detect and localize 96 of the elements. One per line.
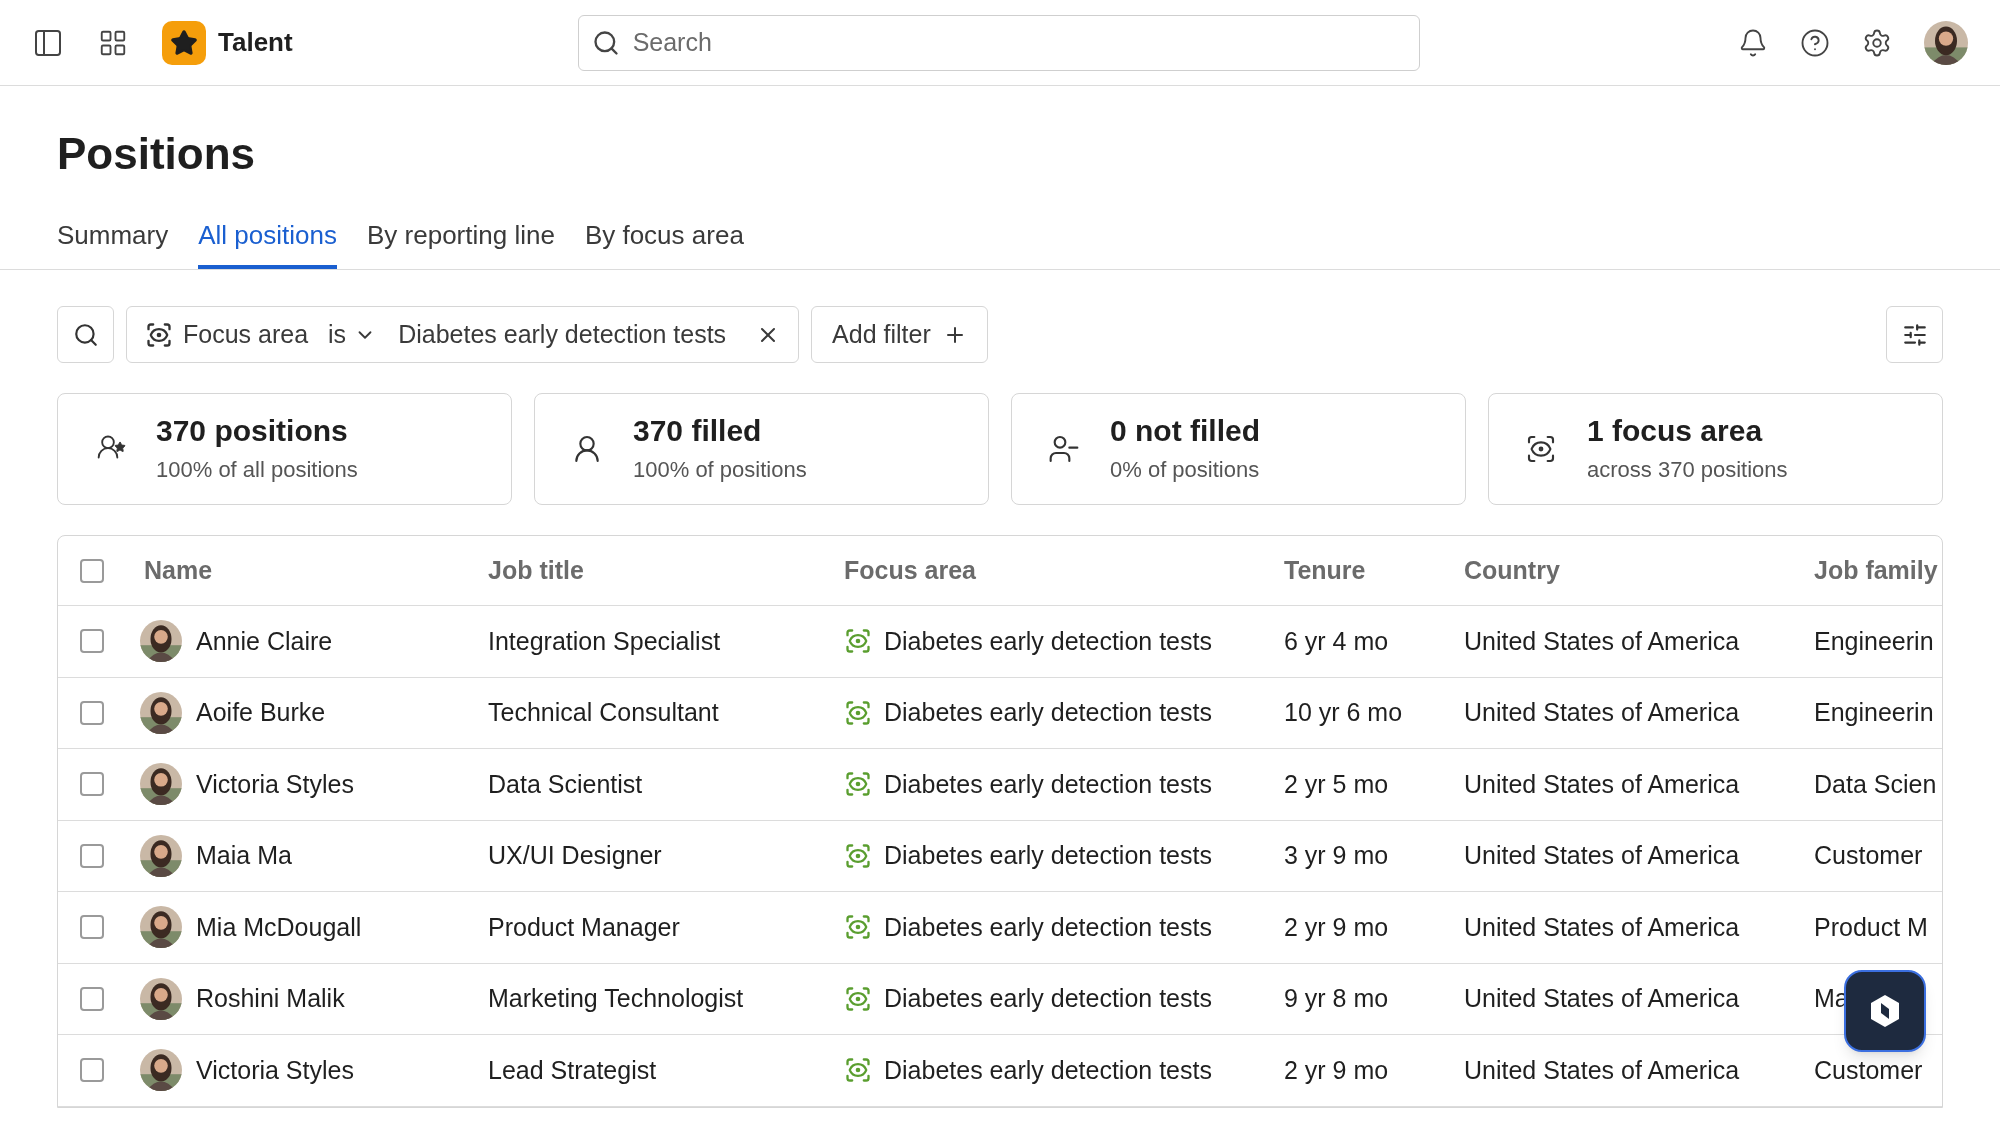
focus-area-icon bbox=[145, 320, 173, 349]
table-cell-text: Marketing Technologist bbox=[488, 983, 745, 1014]
table-cell-text: Diabetes early detection tests bbox=[884, 1054, 1212, 1086]
table-cell-text: Diabetes early detection tests bbox=[884, 983, 1212, 1014]
table-cell-text: Customer bbox=[1814, 1054, 1924, 1086]
search-field[interactable]: Search bbox=[577, 14, 1420, 71]
table-cell-text: Maia Ma bbox=[196, 840, 292, 871]
checkbox[interactable] bbox=[80, 558, 104, 583]
stat-title: 1 focus area bbox=[1587, 412, 1764, 449]
table-cell-text: Data Scientist bbox=[488, 768, 644, 800]
table-cell-text: United States of America bbox=[1464, 1054, 1741, 1086]
checkbox[interactable] bbox=[80, 1058, 104, 1083]
column-header: Name bbox=[144, 554, 214, 586]
table-cell-text: United States of America bbox=[1464, 911, 1741, 943]
table-cell-text: Mia McDougall bbox=[196, 911, 362, 943]
filter-field: Focus area bbox=[183, 315, 309, 354]
checkbox[interactable] bbox=[80, 629, 104, 654]
table-cell-text: Victoria Styles bbox=[196, 768, 354, 800]
table-cell-text: UX/UI Designer bbox=[488, 840, 663, 871]
focus-area-icon bbox=[844, 984, 872, 1013]
search-icon bbox=[72, 321, 99, 348]
focus-area-icon bbox=[844, 698, 872, 727]
app-name: Talent bbox=[218, 26, 293, 59]
person-minus-icon bbox=[1048, 433, 1080, 465]
notifications-icon[interactable] bbox=[1738, 27, 1768, 58]
table-cell-text: Data Scien bbox=[1814, 768, 1938, 800]
table-cell-text: Integration Specialist bbox=[488, 625, 722, 657]
checkbox[interactable] bbox=[80, 700, 104, 725]
stat-title: 0 not filled bbox=[1110, 412, 1260, 449]
column-header: Tenure bbox=[1284, 554, 1367, 586]
tab[interactable]: Summary bbox=[57, 216, 169, 269]
focus-area-icon bbox=[844, 770, 872, 799]
tab[interactable]: By focus area bbox=[584, 216, 744, 269]
stat-subtitle: 100% of all positions bbox=[156, 456, 358, 485]
table-cell-text: Lead Strategist bbox=[488, 1054, 658, 1086]
table-cell-text: Diabetes early detection tests bbox=[884, 840, 1212, 871]
tab[interactable]: By reporting line bbox=[367, 216, 555, 269]
focus-area-icon bbox=[844, 1056, 872, 1085]
table-cell-text: United States of America bbox=[1464, 840, 1741, 871]
table-cell-text: Customer bbox=[1814, 840, 1924, 871]
table-cell-text: Engineerin bbox=[1814, 697, 1935, 728]
table-cell-text: Diabetes early detection tests bbox=[884, 697, 1212, 728]
table-cell-text: Product M bbox=[1814, 911, 1929, 943]
focus-area-icon bbox=[844, 913, 872, 942]
page-title: Positions bbox=[57, 132, 257, 176]
table-cell-text: 2 yr 9 mo bbox=[1284, 1054, 1390, 1086]
table-cell-text: Aoife Burke bbox=[196, 697, 326, 728]
table-cell-text: Diabetes early detection tests bbox=[884, 768, 1212, 800]
column-header: Country bbox=[1464, 554, 1561, 586]
table-cell-text: Diabetes early detection tests bbox=[884, 911, 1212, 943]
table-cell-text: 2 yr 9 mo bbox=[1284, 911, 1390, 943]
checkbox[interactable] bbox=[80, 772, 104, 797]
stat-subtitle: 0% of positions bbox=[1110, 456, 1260, 485]
help-icon[interactable] bbox=[1800, 27, 1830, 58]
stat-title: 370 positions bbox=[156, 412, 349, 449]
focus-area-icon bbox=[844, 627, 872, 656]
table-cell-text: Technical Consultant bbox=[488, 697, 720, 728]
sliders-icon bbox=[1901, 321, 1928, 348]
checkbox[interactable] bbox=[80, 986, 104, 1011]
table-cell-text: Engineerin bbox=[1814, 625, 1935, 657]
table-cell-text: Annie Claire bbox=[196, 625, 333, 657]
filter-operator[interactable]: is bbox=[328, 315, 347, 354]
settings-icon[interactable] bbox=[1862, 27, 1892, 58]
add-filter-button[interactable]: Add filter bbox=[811, 306, 988, 363]
app-logo-icon bbox=[162, 20, 206, 65]
table-cell-text: United States of America bbox=[1464, 768, 1741, 800]
filter-value: Diabetes early detection tests bbox=[398, 318, 727, 350]
checkbox[interactable] bbox=[80, 915, 104, 940]
column-header: Focus area bbox=[844, 554, 977, 586]
table-cell-text: 9 yr 8 mo bbox=[1284, 983, 1390, 1014]
focus-area-icon bbox=[844, 841, 872, 870]
stat-title: 370 filled bbox=[633, 412, 763, 449]
logo-icon bbox=[1868, 993, 1902, 1029]
column-header: Job title bbox=[488, 554, 585, 586]
stat-subtitle: across 370 positions bbox=[1587, 456, 1788, 485]
column-header: Job family bbox=[1814, 554, 1939, 586]
table-cell-text: United States of America bbox=[1464, 983, 1741, 1014]
table-cell-text: Victoria Styles bbox=[196, 1054, 354, 1086]
tab[interactable]: All positions bbox=[198, 216, 337, 269]
search-button[interactable] bbox=[57, 306, 114, 363]
stat-subtitle: 100% of positions bbox=[633, 456, 807, 485]
table-cell-text: Product Manager bbox=[488, 911, 681, 943]
table-cell-text: United States of America bbox=[1464, 697, 1741, 728]
table-cell-text: 2 yr 5 mo bbox=[1284, 768, 1390, 800]
table-cell-text: United States of America bbox=[1464, 625, 1741, 657]
table-cell-text: 3 yr 9 mo bbox=[1284, 840, 1390, 871]
table-cell-text: Roshini Malik bbox=[196, 983, 345, 1014]
table-cell-text: 6 yr 4 mo bbox=[1284, 625, 1390, 657]
focus-area-icon bbox=[1525, 433, 1557, 465]
table-cell-text: Diabetes early detection tests bbox=[884, 625, 1212, 657]
assistant-button[interactable] bbox=[1844, 970, 1926, 1052]
table-cell-text: 10 yr 6 mo bbox=[1284, 697, 1404, 728]
view-settings-button[interactable] bbox=[1886, 306, 1943, 363]
search-icon bbox=[591, 28, 620, 57]
checkbox[interactable] bbox=[80, 843, 104, 868]
filter-chip[interactable]: Focus area is Diabetes early detection tests bbox=[126, 306, 800, 363]
